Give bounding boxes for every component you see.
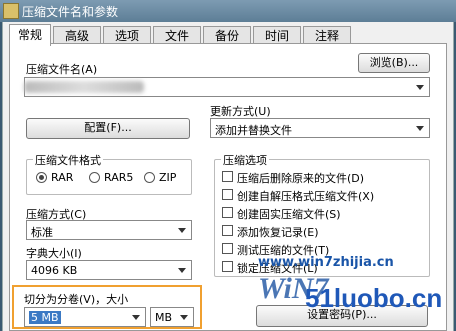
update-mode-value: 添加并替换文件 — [215, 124, 292, 137]
method-select[interactable]: 标准 — [26, 220, 192, 240]
option-label: 创建自解压格式压缩文件(X) — [237, 190, 375, 203]
tab-backup[interactable]: 备份 — [203, 26, 251, 44]
test-files-checkbox[interactable] — [222, 243, 233, 254]
lock-archive-checkbox[interactable] — [222, 261, 233, 272]
watermark-url: www.win7zhijia.cn — [258, 255, 394, 270]
blurred-filename — [24, 81, 144, 93]
format-group-title: 压缩文件格式 — [33, 152, 103, 168]
tab-files[interactable]: 文件 — [153, 26, 201, 44]
format-rar5-radio[interactable] — [89, 172, 100, 183]
delete-after-checkbox[interactable] — [222, 171, 233, 182]
format-zip-radio[interactable] — [144, 172, 155, 183]
solid-archive-checkbox[interactable] — [222, 207, 233, 218]
format-rar5-label: RAR5 — [104, 171, 134, 184]
tab-options[interactable]: 选项 — [103, 26, 151, 44]
option-label: 创建固实压缩文件(S) — [237, 208, 341, 221]
option-label: 添加恢复记录(E) — [237, 226, 319, 239]
update-mode-label: 更新方式(U) — [210, 105, 271, 118]
recovery-record-checkbox[interactable] — [222, 225, 233, 236]
update-mode-select[interactable]: 添加并替换文件 — [210, 118, 430, 138]
options-group-title: 压缩选项 — [221, 152, 269, 168]
title-bar: 压缩文件名和参数 — [0, 0, 456, 22]
chevron-down-icon[interactable] — [178, 268, 186, 273]
format-rar-radio[interactable] — [36, 172, 47, 183]
method-value: 标准 — [31, 226, 53, 239]
dict-size-label: 字典大小(I) — [26, 247, 82, 260]
tab-comment[interactable]: 注释 — [303, 26, 351, 44]
chevron-down-icon[interactable] — [416, 85, 424, 90]
profiles-button[interactable]: 配置(F)... — [26, 118, 190, 139]
option-label: 压缩后删除原来的文件(D) — [237, 172, 365, 185]
winrar-app-icon — [3, 3, 19, 19]
format-rar-label: RAR — [51, 171, 74, 184]
watermark-site: 51luobo.cn — [305, 283, 443, 313]
highlight-box — [12, 285, 202, 329]
tab-advanced[interactable]: 高级 — [53, 26, 101, 44]
chevron-down-icon[interactable] — [416, 126, 424, 131]
archive-name-label: 压缩文件名(A) — [26, 63, 98, 76]
tab-time[interactable]: 时间 — [253, 26, 301, 44]
format-zip-label: ZIP — [159, 171, 177, 184]
create-sfx-checkbox[interactable] — [222, 189, 233, 200]
tab-general[interactable]: 常规 — [9, 24, 51, 46]
dict-size-value: 4096 KB — [31, 264, 78, 277]
window-title: 压缩文件名和参数 — [22, 5, 119, 19]
dict-size-select[interactable]: 4096 KB — [26, 260, 192, 280]
chevron-down-icon[interactable] — [178, 228, 186, 233]
browse-button[interactable]: 浏览(B)... — [358, 53, 430, 73]
